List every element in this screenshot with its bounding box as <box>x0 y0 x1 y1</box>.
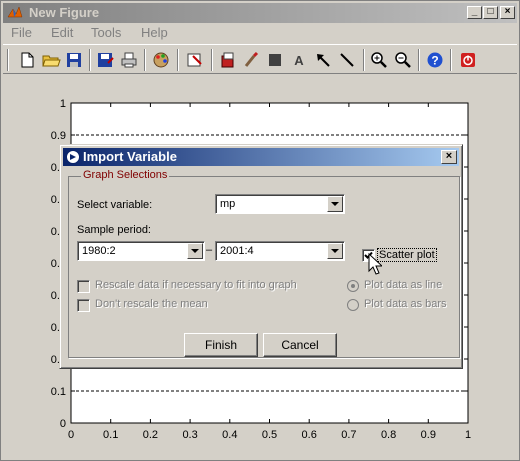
x-tick-label: 0.3 <box>182 429 197 441</box>
variable-select[interactable]: mp <box>215 194 345 214</box>
rectangle-icon[interactable] <box>265 50 285 70</box>
toolbar-separator <box>418 49 420 71</box>
y-tick-label: 1 <box>60 98 66 110</box>
x-tick-label: 0.4 <box>222 429 237 441</box>
line-icon[interactable] <box>337 50 357 70</box>
matlab-logo-icon <box>7 6 23 18</box>
menu-help[interactable]: Help <box>141 25 168 40</box>
edit-plot-icon[interactable] <box>185 50 205 70</box>
minimize-button[interactable]: _ <box>467 6 482 19</box>
save-icon[interactable] <box>64 50 84 70</box>
title-bar[interactable]: New Figure _ □ × <box>3 3 517 23</box>
zoom-out-icon[interactable] <box>393 50 413 70</box>
menu-bar: File Edit Tools Help <box>3 23 517 41</box>
toolbar-separator <box>89 49 91 71</box>
x-tick-label: 0 <box>68 429 74 441</box>
window-title: New Figure <box>29 5 100 20</box>
period-start-value: 1980:2 <box>82 245 116 257</box>
sample-period-label: Sample period: <box>77 224 151 236</box>
toolbar-grip <box>7 49 9 71</box>
y-tick-label: 0.1 <box>51 386 66 398</box>
figure-window: New Figure _ □ × File Edit Tools Help A … <box>0 0 520 461</box>
maximize-button[interactable]: □ <box>483 6 498 19</box>
period-dash: – <box>206 244 213 256</box>
dialog-title: Import Variable <box>83 149 177 164</box>
chevron-down-icon[interactable] <box>327 243 343 259</box>
figure-copy-icon[interactable] <box>218 50 238 70</box>
period-end-value: 2001:4 <box>220 245 254 257</box>
x-tick-label: 0.8 <box>381 429 396 441</box>
toolbar-separator <box>450 49 452 71</box>
x-tick-label: 0.7 <box>341 429 356 441</box>
brush-icon[interactable] <box>242 50 262 70</box>
save-as-icon[interactable] <box>95 50 115 70</box>
x-tick-label: 0.5 <box>262 429 277 441</box>
x-tick-label: 0.2 <box>143 429 158 441</box>
svg-text:A: A <box>294 53 304 68</box>
period-end-select[interactable]: 2001:4 <box>215 241 345 261</box>
dialog-title-bar[interactable]: Import Variable × <box>63 148 459 166</box>
x-tick-label: 0.1 <box>103 429 118 441</box>
dont-rescale-mean-label: Don't rescale the mean <box>95 298 208 310</box>
mouse-cursor-icon <box>368 253 382 275</box>
menu-file[interactable]: File <box>11 25 32 40</box>
import-variable-dialog: Import Variable × Graph Selections Selec… <box>59 144 463 369</box>
x-tick-label: 0.9 <box>421 429 436 441</box>
toolbar: A ? <box>3 44 517 74</box>
svg-text:?: ? <box>431 54 438 68</box>
toolbar-separator <box>363 49 365 71</box>
finish-button[interactable]: Finish <box>184 333 258 357</box>
y-tick-label: 0 <box>60 418 66 430</box>
scatter-plot-label[interactable]: Scatter plot <box>377 248 437 262</box>
plot-as-bars-radio[interactable] <box>347 299 359 311</box>
power-off-icon[interactable] <box>458 50 478 70</box>
chevron-down-icon[interactable] <box>187 243 203 259</box>
close-button[interactable]: × <box>500 6 515 19</box>
x-tick-label: 1 <box>465 429 471 441</box>
group-label: Graph Selections <box>81 169 170 181</box>
menu-tools[interactable]: Tools <box>91 25 121 40</box>
rescale-checkbox[interactable] <box>77 280 90 293</box>
variable-select-value: mp <box>220 198 236 210</box>
palette-icon[interactable] <box>151 50 171 70</box>
menu-edit[interactable]: Edit <box>51 25 73 40</box>
zoom-in-icon[interactable] <box>369 50 389 70</box>
dialog-logo-icon <box>66 150 80 164</box>
arrow-icon[interactable] <box>313 50 333 70</box>
dialog-close-button[interactable]: × <box>441 150 457 164</box>
print-icon[interactable] <box>119 50 139 70</box>
rescale-label: Rescale data if necessary to fit into gr… <box>95 279 297 291</box>
plot-as-line-radio[interactable] <box>347 280 359 292</box>
period-start-select[interactable]: 1980:2 <box>77 241 205 261</box>
toolbar-separator <box>177 49 179 71</box>
x-tick-label: 0.6 <box>302 429 317 441</box>
text-icon[interactable]: A <box>289 50 309 70</box>
new-figure-icon[interactable] <box>17 50 37 70</box>
toolbar-separator <box>211 49 213 71</box>
cancel-button[interactable]: Cancel <box>263 333 337 357</box>
toolbar-separator <box>144 49 146 71</box>
open-file-icon[interactable] <box>41 50 61 70</box>
y-tick-label: 0.9 <box>51 130 66 142</box>
plot-as-bars-label: Plot data as bars <box>364 298 447 310</box>
dont-rescale-mean-checkbox[interactable] <box>77 299 90 312</box>
plot-as-line-label: Plot data as line <box>364 279 443 291</box>
help-icon[interactable]: ? <box>425 50 445 70</box>
select-variable-label: Select variable: <box>77 199 153 211</box>
chevron-down-icon[interactable] <box>327 196 343 212</box>
